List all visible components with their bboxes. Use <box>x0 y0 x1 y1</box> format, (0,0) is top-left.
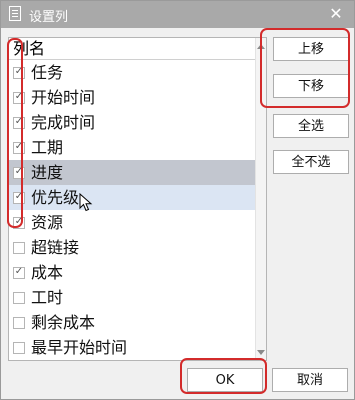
list-item[interactable]: 超链接 <box>9 235 255 260</box>
list-item[interactable]: 最早开始时间 <box>9 335 255 360</box>
list-item[interactable]: ✓ 进度 <box>9 160 255 185</box>
list-item[interactable]: ✓ 成本 <box>9 260 255 285</box>
column-list-rows: ✓ 任务 ✓ 开始时间 ✓ 完成时间 ✓ 工期 ✓ 进度 ✓ 优先级 ✓ 资源 超链接 ✓ 成本 工时 剩余成本 最早… <box>9 60 255 360</box>
ok-button-highlight-annotation <box>180 358 267 394</box>
column-checkbox[interactable] <box>13 292 25 304</box>
list-item[interactable]: ✓ 工期 <box>9 135 255 160</box>
list-item[interactable]: 工时 <box>9 285 255 310</box>
column-name-label: 工期 <box>31 138 64 157</box>
scroll-down-arrow-icon[interactable] <box>257 350 265 355</box>
title-bar: 设置列 ✕ <box>1 1 354 28</box>
column-name-label: 优先级 <box>31 188 80 207</box>
column-name-label: 进度 <box>31 163 64 182</box>
move-buttons-highlight-annotation <box>260 28 350 108</box>
column-checkbox[interactable]: ✓ <box>13 266 25 279</box>
column-checkbox[interactable] <box>13 342 25 354</box>
deselect-all-button[interactable]: 全不选 <box>273 150 349 174</box>
checkmark-icon: ✓ <box>14 266 24 277</box>
list-item[interactable]: 剩余成本 <box>9 310 255 335</box>
list-item[interactable]: ✓ 开始时间 <box>9 85 255 110</box>
list-item[interactable]: ✓ 资源 <box>9 210 255 235</box>
dialog-title: 设置列 <box>29 10 69 25</box>
checkbox-highlight-annotation <box>7 38 23 228</box>
column-name-label: 资源 <box>31 213 64 232</box>
column-name-label: 任务 <box>31 63 64 82</box>
column-list[interactable]: 列名 ✓ 任务 ✓ 开始时间 ✓ 完成时间 ✓ 工期 ✓ 进度 ✓ 优先级 ✓ 资源 超链接 ✓ 成本 工时 剩余成… <box>8 37 267 361</box>
column-name-label: 完成时间 <box>31 113 96 132</box>
mouse-pointer-icon <box>79 193 93 212</box>
column-name-label: 剩余成本 <box>31 313 96 332</box>
list-item[interactable]: ✓ 完成时间 <box>9 110 255 135</box>
select-all-button[interactable]: 全选 <box>273 114 349 138</box>
column-checkbox[interactable] <box>13 317 25 329</box>
column-name-label: 开始时间 <box>31 88 96 107</box>
column-name-label: 工时 <box>31 288 64 307</box>
list-item[interactable]: ✓ 优先级 <box>9 185 255 210</box>
cancel-button[interactable]: 取消 <box>272 368 348 392</box>
column-name-label: 成本 <box>31 263 64 282</box>
list-item[interactable]: ✓ 任务 <box>9 60 255 85</box>
column-list-header: 列名 <box>9 38 255 60</box>
column-name-label: 超链接 <box>31 238 80 257</box>
column-checkbox[interactable] <box>13 242 25 254</box>
column-name-label: 最早开始时间 <box>31 338 128 357</box>
close-button[interactable]: ✕ <box>326 4 346 24</box>
list-window-icon <box>9 6 21 21</box>
